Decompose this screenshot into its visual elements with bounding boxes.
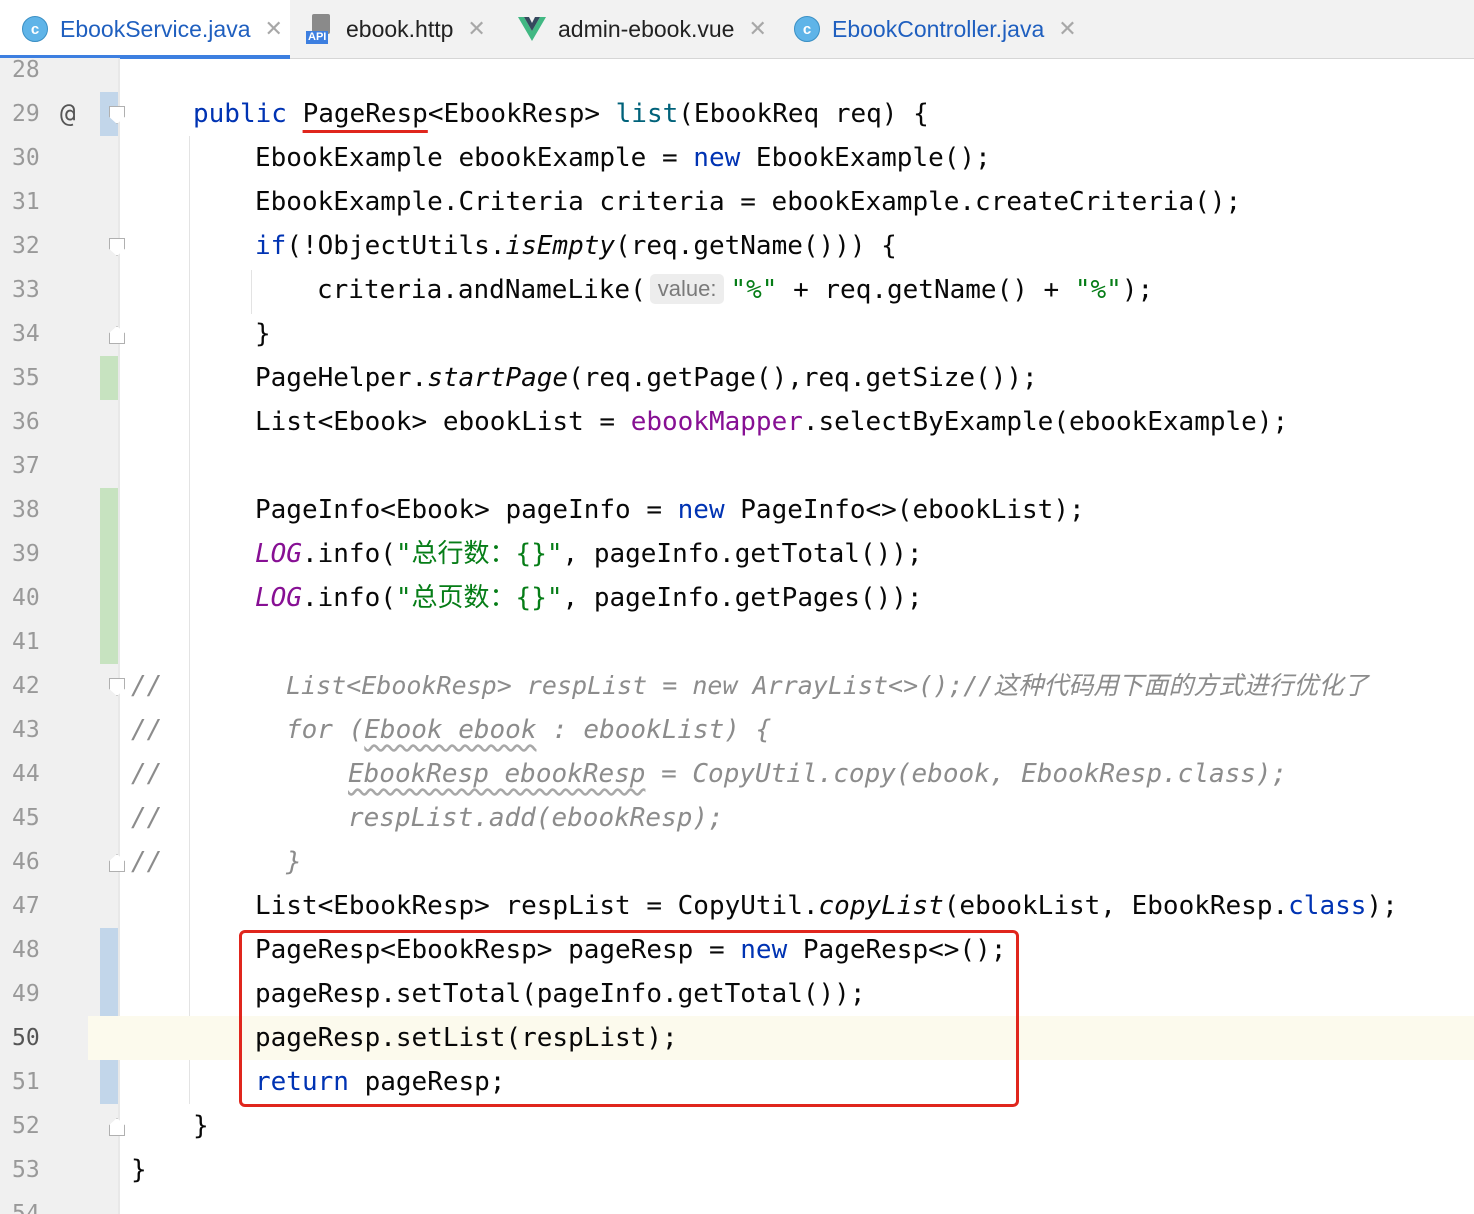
line-number: 50 [0, 1016, 88, 1060]
code-line[interactable]: 42 // List<EbookResp> respList = new Arr… [0, 664, 1474, 708]
comment-marker: // [131, 847, 163, 877]
close-icon[interactable]: ✕ [467, 16, 485, 42]
code-line[interactable]: 52 } [0, 1104, 1474, 1148]
code-line[interactable]: 36 List<Ebook> ebookList = ebookMapper.s… [0, 400, 1474, 444]
code-line[interactable]: 31 EbookExample.Criteria criteria = eboo… [0, 180, 1474, 224]
line-number: 39 [12, 541, 40, 567]
code-line[interactable]: 38 PageInfo<Ebook> pageInfo = new PageIn… [0, 488, 1474, 532]
code-text: criteria.andNameLike(value: "%" + req.get… [317, 274, 1154, 305]
fold-icon[interactable] [109, 238, 125, 256]
code-text: } [193, 1111, 209, 1141]
code-line[interactable]: 30 EbookExample ebookExample = new Ebook… [0, 136, 1474, 180]
line-number: 45 [12, 805, 40, 831]
code-text: EbookExample ebookExample = new EbookExa… [255, 143, 991, 173]
comment-marker: // [131, 803, 163, 833]
line-number: 38 [12, 497, 40, 523]
line-number: 47 [12, 893, 40, 919]
close-icon[interactable]: ✕ [1058, 16, 1076, 42]
code-text: respList.add(ebookResp); [348, 803, 724, 833]
line-number: 43 [12, 717, 40, 743]
code-line[interactable]: 46 // } [0, 840, 1474, 884]
code-text: PageInfo<Ebook> pageInfo = new PageInfo<… [255, 495, 1085, 525]
line-number: 37 [12, 453, 40, 479]
close-icon[interactable]: ✕ [748, 16, 766, 42]
highlight-annotation-box [239, 930, 1019, 1107]
line-number: 30 [12, 145, 40, 171]
comment-marker: // [131, 715, 163, 745]
line-number: 31 [12, 189, 40, 215]
java-class-icon: c [794, 16, 820, 42]
api-http-icon: API [306, 14, 336, 44]
close-icon[interactable]: ✕ [265, 16, 283, 42]
code-line[interactable]: 41 [0, 620, 1474, 664]
line-number: 53 [12, 1157, 40, 1183]
line-number: 48 [12, 937, 40, 963]
code-line[interactable]: 44 // EbookResp ebookResp = CopyUtil.cop… [0, 752, 1474, 796]
line-number: 32 [12, 233, 40, 259]
line-number: 52 [12, 1113, 40, 1139]
code-text: EbookResp ebookResp = CopyUtil.copy(eboo… [348, 759, 1288, 789]
line-number: 41 [12, 629, 40, 655]
code-text: if(!ObjectUtils.isEmpty(req.getName())) … [255, 231, 897, 261]
code-text: public PageResp<EbookResp> list(EbookReq… [193, 99, 929, 129]
code-text: for (Ebook ebook : ebookList) { [286, 715, 772, 745]
tab-label: EbookService.java [60, 15, 251, 42]
code-line[interactable]: 45 // respList.add(ebookResp); [0, 796, 1474, 840]
code-text: LOG.info("总页数：{}", pageInfo.getPages()); [255, 583, 923, 613]
line-number: 34 [12, 321, 40, 347]
line-number: 28 [12, 57, 40, 83]
comment-marker: // [131, 671, 163, 701]
fold-icon[interactable] [109, 326, 125, 344]
java-class-icon: c [22, 16, 48, 42]
comment-marker: // [131, 759, 163, 789]
code-text: } [255, 319, 271, 349]
code-line[interactable]: 39 LOG.info("总行数：{}", pageInfo.getTotal(… [0, 532, 1474, 576]
code-line[interactable]: 29 @ public PageResp<EbookResp> list(Ebo… [0, 92, 1474, 136]
fold-icon[interactable] [109, 678, 125, 696]
code-line[interactable]: 32 if(!ObjectUtils.isEmpty(req.getName()… [0, 224, 1474, 268]
line-number: 49 [12, 981, 40, 1007]
code-line[interactable]: 40 LOG.info("总页数：{}", pageInfo.getPages(… [0, 576, 1474, 620]
line-number: 46 [12, 849, 40, 875]
line-number: 51 [12, 1069, 40, 1095]
line-number: 54 [12, 1201, 40, 1214]
code-text: EbookExample.Criteria criteria = ebookEx… [255, 187, 1242, 217]
line-number: 36 [12, 409, 40, 435]
code-line[interactable]: 43 // for (Ebook ebook : ebookList) { [0, 708, 1474, 752]
code-text: } [286, 847, 302, 877]
code-line[interactable]: 28 [0, 48, 1474, 92]
vue-icon [518, 17, 546, 41]
line-number: 29 [12, 101, 40, 127]
code-line[interactable]: 54 [0, 1192, 1474, 1214]
line-number: 42 [12, 673, 40, 699]
line-number: 35 [12, 365, 40, 391]
fold-icon[interactable] [109, 854, 125, 872]
code-line[interactable]: 53 } [0, 1148, 1474, 1192]
code-line[interactable]: 47 List<EbookResp> respList = CopyUtil.c… [0, 884, 1474, 928]
code-line[interactable]: 34 } [0, 312, 1474, 356]
fold-icon[interactable] [109, 1118, 125, 1136]
tab-label: EbookController.java [832, 15, 1045, 42]
fold-icon[interactable] [109, 106, 125, 124]
line-number: 33 [12, 277, 40, 303]
code-line[interactable]: 33 criteria.andNameLike(value: "%" + req.… [0, 268, 1474, 312]
code-text: } [131, 1155, 147, 1185]
code-line[interactable]: 37 [0, 444, 1474, 488]
code-text: List<EbookResp> respList = CopyUtil.copy… [255, 891, 1398, 921]
code-line[interactable]: 35 PageHelper.startPage(req.getPage(),re… [0, 356, 1474, 400]
tab-label: ebook.http [346, 15, 454, 42]
code-text: PageHelper.startPage(req.getPage(),req.g… [255, 363, 1038, 393]
code-text: List<Ebook> ebookList = ebookMapper.sele… [255, 407, 1289, 437]
line-number: 44 [12, 761, 40, 787]
line-number: 40 [12, 585, 40, 611]
override-marker-icon[interactable]: @ [60, 92, 76, 136]
code-text: LOG.info("总行数：{}", pageInfo.getTotal()); [255, 539, 923, 569]
parameter-hint: value: [649, 274, 725, 304]
code-text: List<EbookResp> respList = new ArrayList… [286, 671, 1369, 700]
highlighted-return-type: PageResp [302, 99, 428, 129]
tab-label: admin-ebook.vue [558, 15, 735, 42]
